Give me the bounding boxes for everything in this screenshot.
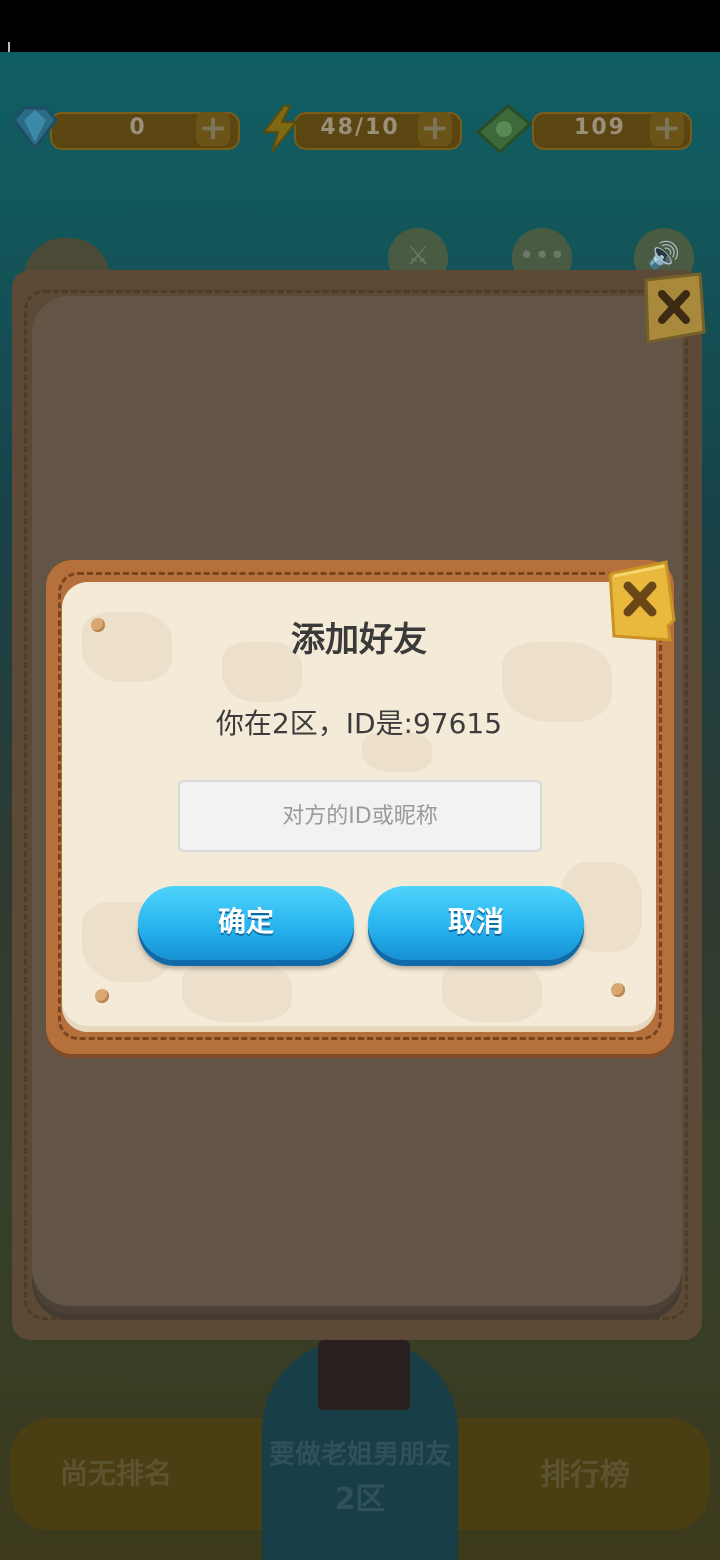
player-zone: 2区 xyxy=(334,1482,386,1517)
avatar[interactable] xyxy=(318,1340,410,1410)
gems-value: 0 xyxy=(129,115,147,140)
player-nickname: 要做老姐男朋友 xyxy=(268,1440,451,1470)
more-icon: ••• xyxy=(518,241,565,271)
cash-icon xyxy=(475,104,533,155)
leaderboard-button[interactable]: 排行榜 xyxy=(540,1450,660,1494)
energy-value: 48/10 xyxy=(320,115,400,140)
panel-close-button[interactable] xyxy=(640,272,706,344)
user-id-info: 你在2区，ID是:97615 xyxy=(215,707,503,740)
energy-counter: 48/10 + xyxy=(258,105,468,153)
status-bar xyxy=(0,0,720,100)
rank-label: 尚无排名 xyxy=(60,1457,173,1490)
add-energy-button[interactable]: + xyxy=(418,111,452,146)
pin-bottom-left xyxy=(95,989,109,1003)
dialog-title: 添加好友 xyxy=(291,620,427,660)
gems-counter: 0 + xyxy=(10,106,240,151)
pin-bottom-right xyxy=(611,983,625,997)
sound-icon: 🔊 xyxy=(647,241,681,271)
cancel-button[interactable]: 取消 xyxy=(368,886,584,960)
dialog-close-button[interactable] xyxy=(604,560,676,646)
lightning-icon xyxy=(261,105,299,153)
sword-icon: ⚔ xyxy=(406,241,430,271)
friend-id-input[interactable] xyxy=(178,780,542,852)
add-gems-button[interactable]: + xyxy=(196,111,230,146)
cash-counter: 109 + xyxy=(474,104,694,155)
gem-icon xyxy=(12,106,58,151)
cash-value: 109 xyxy=(574,115,626,140)
confirm-button[interactable]: 确定 xyxy=(138,886,354,960)
add-cash-button[interactable]: + xyxy=(650,111,684,146)
